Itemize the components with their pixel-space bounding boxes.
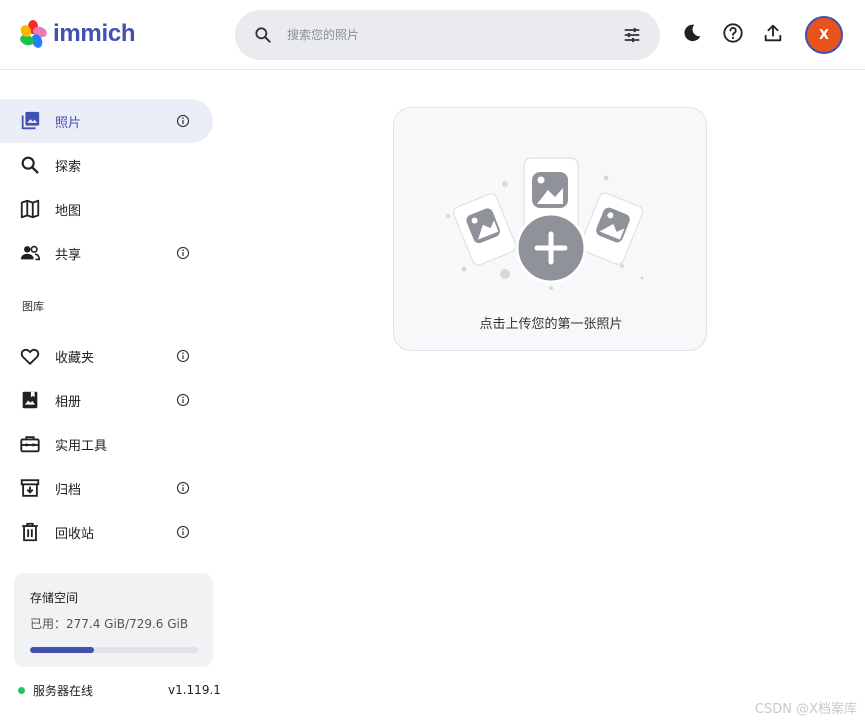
avatar-initial: X — [818, 27, 830, 43]
upload-icon — [764, 24, 782, 42]
avatar[interactable]: X — [805, 16, 843, 54]
sidebar-item-photos[interactable]: 照片 — [0, 99, 213, 143]
map-icon — [20, 199, 40, 219]
sidebar-item-utilities[interactable]: 实用工具 — [0, 422, 213, 466]
sidebar-item-explore[interactable]: 探索 — [0, 143, 213, 187]
sidebar-item-label: 探索 — [55, 160, 82, 175]
sidebar-item-albums[interactable]: 相册 — [0, 378, 213, 422]
storage-used-text: 已用：277.4 GiB/729.6 GiB — [30, 617, 189, 631]
watermark: CSDN @X档案库 — [754, 702, 857, 717]
sidebar-item-label: 实用工具 — [55, 439, 108, 454]
info-icon[interactable] — [176, 481, 190, 495]
help-icon — [723, 23, 743, 43]
sidebar-item-label: 相册 — [55, 395, 82, 410]
help-button[interactable] — [720, 20, 746, 46]
search-icon — [21, 156, 39, 174]
info-icon[interactable] — [176, 393, 190, 407]
trash-icon — [22, 522, 38, 542]
sidebar-item-sharing[interactable]: 共享 — [0, 231, 213, 275]
album-icon — [22, 391, 38, 409]
sidebar-item-label: 归档 — [55, 483, 82, 498]
heart-icon — [20, 348, 40, 365]
sidebar-item-label: 照片 — [55, 116, 82, 131]
upload-button[interactable] — [760, 20, 786, 46]
library-section-label: 图库 — [22, 300, 44, 313]
top-bar: immich 搜索您的照片 X — [0, 0, 865, 70]
sidebar-item-label: 地图 — [55, 204, 82, 219]
logo-icon — [20, 20, 47, 48]
tune-icon[interactable] — [622, 25, 642, 45]
sidebar-item-map[interactable]: 地图 — [0, 187, 213, 231]
info-icon[interactable] — [176, 349, 190, 363]
toolbox-icon — [20, 436, 40, 453]
moon-icon — [684, 24, 701, 42]
sidebar-item-label: 共享 — [55, 248, 82, 263]
upload-prompt: 点击上传您的第一张照片 — [479, 317, 623, 332]
status-dot — [18, 687, 25, 694]
search-bar[interactable] — [235, 10, 660, 60]
theme-toggle-button[interactable] — [679, 20, 705, 46]
server-status: 服务器在线 — [18, 682, 93, 699]
storage-progress-fill — [30, 647, 94, 653]
sidebar-item-trash[interactable]: 回收站 — [0, 510, 213, 554]
storage-title: 存储空间 — [30, 591, 79, 605]
sidebar-item-archive[interactable]: 归档 — [0, 466, 213, 510]
search-icon[interactable] — [253, 25, 273, 45]
people-icon — [20, 245, 40, 261]
info-icon[interactable] — [176, 246, 190, 260]
logo-text: immich — [53, 20, 136, 47]
sidebar-item-favorites[interactable]: 收藏夹 — [0, 334, 213, 378]
search-input[interactable] — [287, 10, 607, 60]
photos-icon — [21, 111, 40, 130]
upload-first-photo-card[interactable]: 点击上传您的第一张照片 — [393, 107, 707, 351]
sidebar-item-label: 回收站 — [55, 527, 95, 542]
immich-logo[interactable]: immich — [18, 18, 136, 50]
server-version[interactable]: v1.119.1 — [168, 683, 221, 697]
storage-progress-bar — [30, 647, 198, 653]
upload-illustration-icon — [446, 157, 644, 290]
archive-icon — [20, 479, 40, 497]
sidebar: 照片 探索 地图 共享 图库 收藏夹 相册 实用工具 归档 回收站 存储空间 已… — [0, 70, 225, 723]
info-icon[interactable] — [176, 114, 190, 128]
sidebar-item-label: 收藏夹 — [55, 351, 95, 366]
server-status-text: 服务器在线 — [33, 684, 94, 698]
info-icon[interactable] — [176, 525, 190, 539]
storage-panel: 存储空间 已用：277.4 GiB/729.6 GiB — [14, 573, 213, 667]
